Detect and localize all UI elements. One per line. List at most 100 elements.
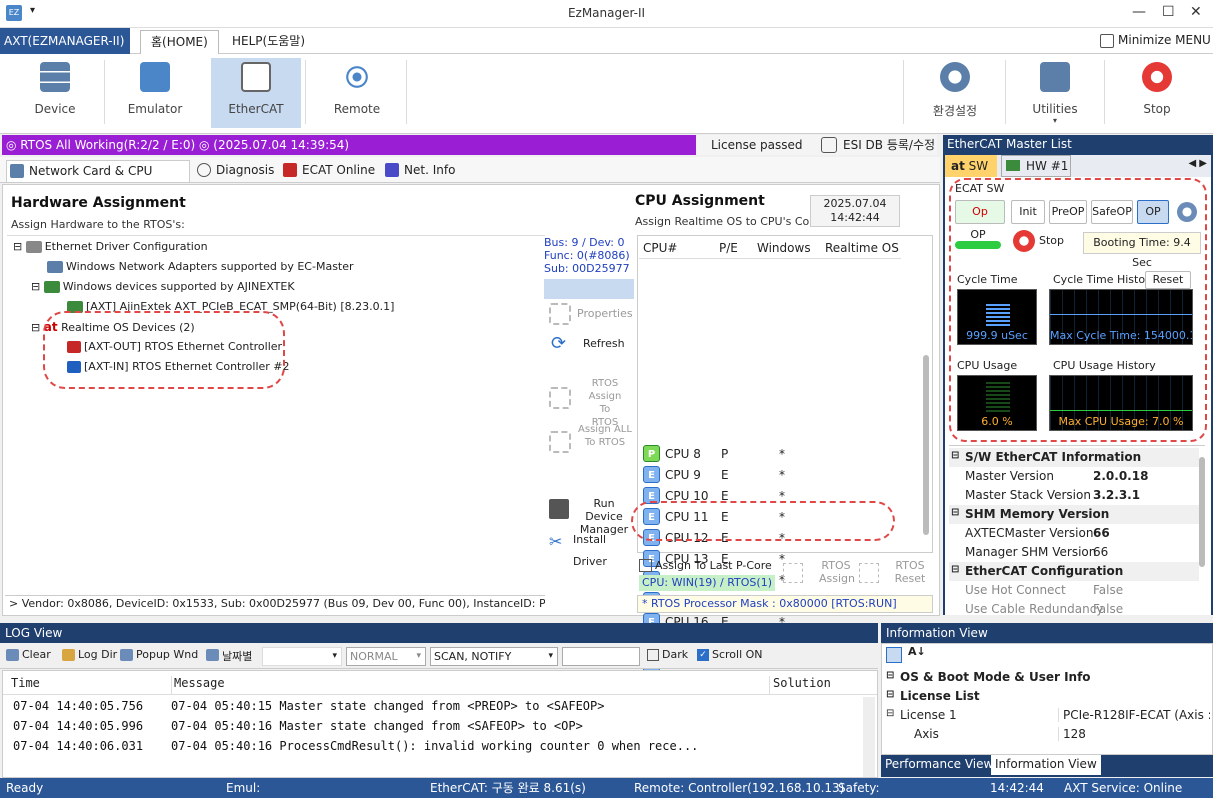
cube-icon xyxy=(140,62,170,92)
property-row[interactable]: Manager SHM Version 66 xyxy=(949,543,1199,562)
init-button[interactable]: Init xyxy=(1011,200,1045,224)
sub-tabs: Network Card & CPU Assign Diagnosis ECAT… xyxy=(0,157,940,198)
refresh-button[interactable]: ⟳ Refresh xyxy=(547,333,625,355)
info-category[interactable]: ⊟ OS & Boot Mode & User Info xyxy=(882,668,1212,687)
status-remote: Remote: Controller(192.168.10.13) xyxy=(634,781,845,795)
master-stop-button[interactable]: Stop xyxy=(1013,230,1064,252)
esi-db-button[interactable]: ESI DB 등록/수정 xyxy=(821,135,935,155)
tab-diagnosis[interactable]: Diagnosis xyxy=(194,160,274,182)
cpu-row[interactable]: P CPU 8 P * xyxy=(639,444,901,465)
tab-net-info[interactable]: Net. Info xyxy=(382,160,455,182)
tab-hw1[interactable]: HW #1 xyxy=(1001,155,1071,177)
tab-sw[interactable]: at SW xyxy=(945,155,997,177)
collapse-icon: ⊟ xyxy=(886,708,895,719)
gear-icon[interactable] xyxy=(1177,202,1197,222)
scroll-on-checkbox[interactable]: ✓ Scroll ON xyxy=(696,648,763,661)
log-view-title: LOG View xyxy=(0,623,878,643)
preop-button[interactable]: PreOP xyxy=(1049,200,1087,224)
sort-alpha-icon[interactable]: A↓ xyxy=(908,645,926,658)
network-card-icon xyxy=(1006,160,1020,171)
cpu-usage-history-chart: Max CPU Usage: 7.0 % xyxy=(1049,375,1193,431)
cpu-row[interactable]: E CPU 9 E * xyxy=(639,465,901,486)
log-row[interactable]: 07-04 14:40:05.756 07-04 05:40:15 Master … xyxy=(13,699,604,713)
tab-home[interactable]: 홈(HOME) xyxy=(140,30,219,54)
property-row[interactable]: AXTECMaster Version 66 xyxy=(949,524,1199,543)
tab-information-view[interactable]: Information View xyxy=(991,755,1101,775)
clear-button[interactable]: Clear xyxy=(4,648,51,661)
property-row[interactable]: Master Stack Version 3.2.3.1 xyxy=(949,486,1199,505)
tree-item-windows-adapters[interactable]: Windows Network Adapters supported by EC… xyxy=(47,260,354,273)
install-driver-button[interactable]: ✂ Install Driver xyxy=(547,529,637,573)
property-row[interactable]: Use Hot Connect False xyxy=(949,581,1199,600)
cpu-table-scrollbar[interactable] xyxy=(923,355,929,535)
log-dir-button[interactable]: Log Dir xyxy=(60,648,117,661)
dark-checkbox[interactable]: Dark xyxy=(646,648,688,661)
tab-performance-view[interactable]: Performance View xyxy=(885,757,993,771)
log-search-input[interactable] xyxy=(562,647,640,666)
cycle-time-meter: 999.9 uSec xyxy=(957,289,1037,345)
level-dropdown[interactable]: NORMAL ▾ xyxy=(346,647,426,666)
chevron-down-icon: ▾ xyxy=(416,651,421,661)
property-value: False xyxy=(1093,583,1124,597)
app-menu-tab[interactable]: AXT(EZMANAGER-II) xyxy=(0,28,130,54)
property-grid-scrollbar[interactable] xyxy=(1199,457,1205,567)
chevron-down-icon: ▾ xyxy=(332,651,337,661)
log-header: Time Message Solution xyxy=(3,671,877,695)
safeop-button[interactable]: SafeOP xyxy=(1091,200,1133,224)
properties-button[interactable]: Properties xyxy=(547,303,633,325)
tab-help[interactable]: HELP(도움말) xyxy=(222,30,315,54)
filter-dropdown[interactable]: SCAN, NOTIFY ▾ xyxy=(430,647,558,666)
tab-scroll-arrows-icon[interactable]: ◀ ▶ xyxy=(1188,158,1207,169)
license-status-text: License passed xyxy=(711,138,803,152)
log-time: 07-04 14:40:05.996 xyxy=(13,719,144,733)
property-category[interactable]: ⊟ S/W EtherCAT Information xyxy=(949,448,1199,467)
cpu-name: CPU 8 xyxy=(665,447,701,461)
rtos-reset-button[interactable]: RTOS Reset xyxy=(859,559,927,585)
settings-button[interactable]: 환경설정 xyxy=(910,58,1000,128)
device-button[interactable]: Device xyxy=(10,58,100,128)
master-tabs: at SW HW #1 ◀ ▶ xyxy=(945,155,1211,177)
emulator-button[interactable]: Emulator xyxy=(110,58,200,128)
property-row[interactable]: Master Version 2.0.0.18 xyxy=(949,467,1199,486)
tab-ecat-online[interactable]: ECAT Online xyxy=(280,160,375,182)
property-row[interactable]: Use Cable Redundancy False xyxy=(949,600,1199,619)
stop-button[interactable]: Stop xyxy=(1112,58,1202,128)
hardware-assignment-subtitle: Assign Hardware to the RTOS's: xyxy=(11,218,185,231)
ecat-sw-label: ECAT SW xyxy=(955,182,1005,195)
minimize-window-icon[interactable]: — xyxy=(1132,4,1146,20)
property-category[interactable]: ⊟ EtherCAT Configuration xyxy=(949,562,1199,581)
minimize-menu-toggle[interactable]: Minimize MENU xyxy=(1100,33,1211,48)
reset-button[interactable]: Reset xyxy=(1145,271,1191,289)
utilities-button[interactable]: Utilities ▾ xyxy=(1010,58,1100,128)
log-row[interactable]: 07-04 14:40:05.996 07-04 05:40:16 Master … xyxy=(13,719,583,733)
date-filter-button[interactable]: 날짜별 xyxy=(204,648,252,664)
tree-item-windows-devices[interactable]: ⊟ Windows devices supported by AJINEXTEK xyxy=(31,280,295,293)
minimize-menu-label: Minimize MENU xyxy=(1118,33,1211,47)
close-window-icon[interactable]: ✕ xyxy=(1190,4,1202,20)
info-row[interactable]: ⊟License 1PCIe-R128IF-ECAT (Axis : 12 xyxy=(882,706,1212,725)
log-message: 07-04 05:40:16 ProcessCmdResult(): inval… xyxy=(171,739,699,753)
rtos-assign-button[interactable]: RTOS Assign xyxy=(783,559,855,585)
cpu-usage-history-value: Max CPU Usage: 7.0 % xyxy=(1058,415,1184,428)
popup-wnd-button[interactable]: Popup Wnd xyxy=(118,648,198,661)
info-row[interactable]: Axis 128 xyxy=(882,725,1212,744)
op-button[interactable]: OP xyxy=(1137,200,1169,224)
assign-last-pcore-checkbox[interactable]: Assign To Last P-Core xyxy=(639,559,772,572)
sort-category-icon[interactable] xyxy=(886,647,902,663)
main-panel: Hardware Assignment Assign Hardware to t… xyxy=(2,184,940,714)
tab-network-card-cpu-assign[interactable]: Network Card & CPU Assign xyxy=(6,160,190,198)
state-indicator: Op xyxy=(955,200,1005,224)
tree-item-ethernet-driver-config[interactable]: ⊟ Ethernet Driver Configuration xyxy=(13,240,208,253)
log-scrollbar[interactable] xyxy=(863,697,875,777)
log-toolbar: Clear Log Dir Popup Wnd 날짜별 ▾ NORMAL ▾ SC… xyxy=(0,643,878,669)
ethercat-button[interactable]: EtherCAT xyxy=(211,58,301,128)
remote-button[interactable]: Remote xyxy=(312,58,402,128)
cpu-pe: E xyxy=(721,468,729,482)
log-row[interactable]: 07-04 14:40:06.031 07-04 05:40:16 Process… xyxy=(13,739,698,753)
date-dropdown[interactable]: ▾ xyxy=(262,647,342,666)
property-category[interactable]: ⊟ SHM Memory Version xyxy=(949,505,1199,524)
info-category[interactable]: ⊟ License List xyxy=(882,687,1212,706)
col-windows: Windows xyxy=(757,241,811,255)
cpu-table-header: CPU# P/E Windows Realtime OS xyxy=(639,239,901,259)
maximize-window-icon[interactable]: ☐ xyxy=(1162,4,1175,20)
